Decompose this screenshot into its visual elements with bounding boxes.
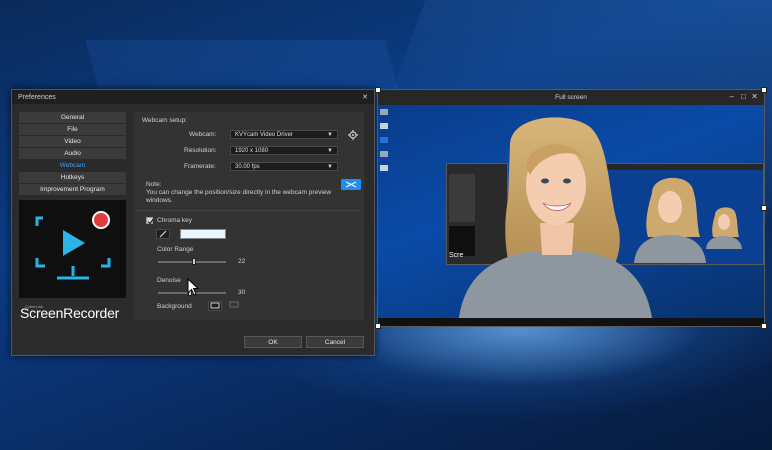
full-screen-titlebar[interactable]: Full screen – □ ✕ (378, 90, 764, 105)
desktop-icons (380, 109, 390, 229)
webcam-preview-stage[interactable]: Scre (378, 105, 764, 326)
framerate-select[interactable]: 30.00 fps ▼ (230, 162, 338, 171)
chevron-down-icon: ▼ (327, 164, 333, 170)
full-screen-title: Full screen (555, 94, 587, 101)
close-icon[interactable]: ✕ (751, 92, 758, 101)
resize-arrows-icon (345, 181, 357, 188)
eyedropper-icon (159, 230, 167, 238)
webcam-person-image (458, 117, 653, 326)
preferences-nav: General File Video Audio Webcam Hotkeys … (19, 112, 126, 196)
nav-item-improvement-program[interactable]: Improvement Program (19, 184, 126, 195)
full-screen-window[interactable]: Full screen – □ ✕ Scre (375, 87, 767, 329)
note-text: You can change the position/size directl… (146, 189, 332, 204)
note-label: Note: (146, 181, 162, 188)
webcam-select[interactable]: KVYcam Video Driver ▼ (230, 130, 338, 139)
resolution-label: Resolution: (184, 147, 217, 154)
resize-handle-top-right[interactable] (761, 87, 767, 93)
mouse-cursor-icon (187, 278, 199, 296)
chroma-key-label: Chroma key (157, 217, 193, 224)
brand-name: ScreenRecorder (20, 305, 120, 321)
background-label: Background (157, 303, 192, 310)
chevron-down-icon: ▼ (327, 148, 333, 154)
taskbar (378, 318, 764, 326)
eyedropper-button[interactable] (156, 229, 170, 239)
close-icon[interactable]: ✕ (362, 93, 368, 102)
screenrecorder-logo (19, 200, 126, 298)
nested-person-image (634, 177, 706, 263)
nested-person-image-small (706, 207, 742, 249)
nav-item-video[interactable]: Video (19, 136, 126, 147)
color-range-label: Color Range (157, 246, 194, 253)
framerate-label: Framerate: (184, 163, 216, 170)
resize-handle-right[interactable] (761, 205, 767, 211)
denoise-label: Denoise (157, 277, 181, 284)
nav-item-general[interactable]: General (19, 112, 126, 123)
nav-item-audio[interactable]: Audio (19, 148, 126, 159)
chroma-key-checkbox[interactable] (146, 217, 154, 225)
preferences-title: Preferences (18, 93, 56, 101)
monitor-icon (210, 302, 220, 309)
resize-handle-bottom-left[interactable] (375, 323, 381, 329)
framerate-select-value: 30.00 fps (235, 164, 260, 170)
background-image-button[interactable] (228, 301, 242, 311)
denoise-value: 30 (238, 289, 246, 296)
resize-handle-top-left[interactable] (375, 87, 381, 93)
background-display-button[interactable] (208, 301, 222, 311)
divider (136, 210, 362, 211)
key-color-swatch[interactable] (180, 229, 226, 239)
ok-button[interactable]: OK (244, 336, 302, 348)
nav-item-file[interactable]: File (19, 124, 126, 135)
maximize-icon[interactable]: □ (741, 92, 746, 101)
chevron-down-icon: ▼ (327, 132, 333, 138)
webcam-position-button[interactable] (341, 179, 361, 190)
webcam-settings-panel: Webcam setup: Webcam: KVYcam Video Drive… (134, 112, 364, 320)
resolution-select-value: 1920 x 1080 (235, 148, 269, 154)
gear-icon[interactable] (348, 130, 358, 140)
preferences-titlebar[interactable]: Preferences ✕ (12, 90, 374, 104)
checkmark-icon (147, 219, 154, 225)
nav-item-webcam[interactable]: Webcam (19, 160, 126, 171)
screen-record-icon (35, 211, 111, 280)
cancel-button[interactable]: Cancel (306, 336, 364, 348)
webcam-label: Webcam: (189, 131, 217, 138)
color-range-value: 22 (238, 258, 246, 265)
nav-item-hotkeys[interactable]: Hotkeys (19, 172, 126, 183)
resolution-select[interactable]: 1920 x 1080 ▼ (230, 146, 338, 155)
resize-handle-bottom-right[interactable] (761, 323, 767, 329)
preferences-dialog: Preferences ✕ General File Video Audio W… (11, 89, 375, 356)
minimize-icon[interactable]: – (730, 92, 734, 101)
color-range-slider-thumb[interactable] (192, 258, 196, 265)
image-icon (229, 301, 239, 308)
webcam-select-value: KVYcam Video Driver (235, 132, 293, 138)
webcam-setup-heading: Webcam setup: (142, 117, 188, 124)
